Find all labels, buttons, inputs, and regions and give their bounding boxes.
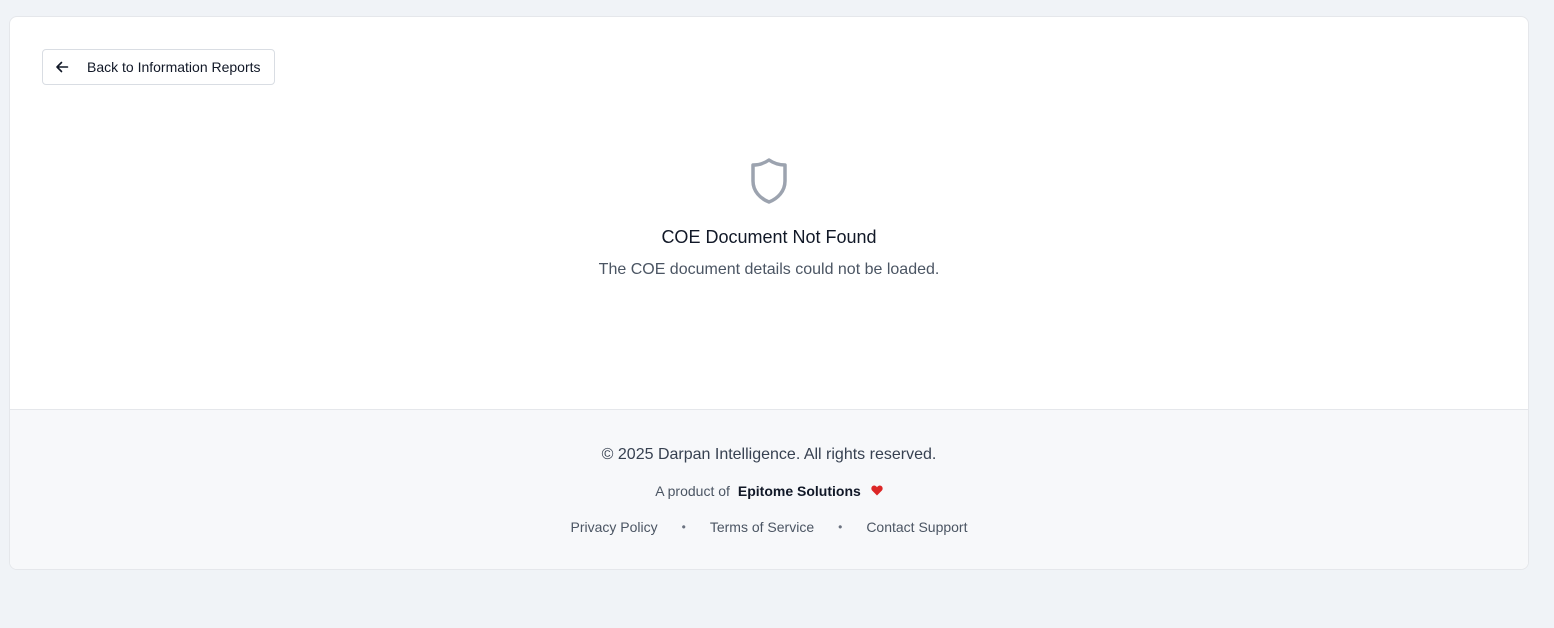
back-button-label: Back to Information Reports bbox=[87, 59, 261, 75]
link-separator: • bbox=[681, 520, 686, 534]
link-separator: • bbox=[838, 520, 843, 534]
product-prefix: A product of bbox=[655, 483, 730, 499]
back-to-information-reports-button[interactable]: Back to Information Reports bbox=[42, 49, 275, 85]
product-name: Epitome Solutions bbox=[737, 483, 861, 499]
arrow-left-icon bbox=[55, 57, 77, 77]
main-card: Back to Information Reports COE Document… bbox=[9, 16, 1529, 570]
empty-state-description: The COE document details could not be lo… bbox=[598, 261, 940, 278]
contact-support-link[interactable]: Contact Support bbox=[866, 517, 967, 537]
privacy-policy-link[interactable]: Privacy Policy bbox=[571, 517, 658, 537]
product-attribution: A product of Epitome Solutions bbox=[10, 481, 1528, 501]
footer-links: Privacy Policy • Terms of Service • Cont… bbox=[10, 517, 1528, 537]
shield-icon bbox=[10, 157, 1528, 205]
empty-state-title: COE Document Not Found bbox=[661, 227, 877, 247]
footer: © 2025 Darpan Intelligence. All rights r… bbox=[10, 409, 1528, 569]
empty-state: COE Document Not Found The COE document … bbox=[10, 157, 1528, 281]
copyright-text: © 2025 Darpan Intelligence. All rights r… bbox=[601, 446, 937, 463]
heart-icon bbox=[871, 485, 883, 498]
terms-of-service-link[interactable]: Terms of Service bbox=[710, 517, 814, 537]
